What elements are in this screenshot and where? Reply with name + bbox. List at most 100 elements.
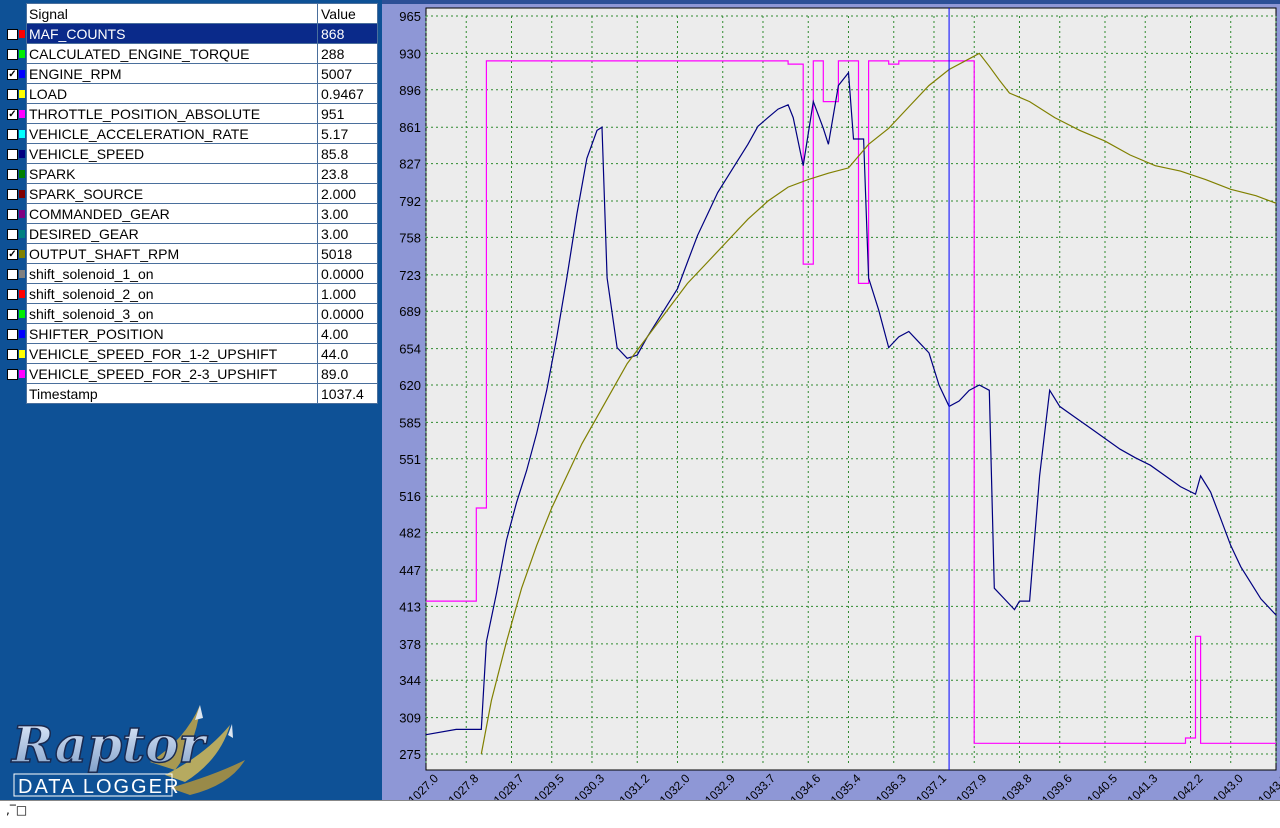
signal-value: 44.0 [317,343,378,364]
signal-row-controls [2,343,27,364]
y-tick-label: 309 [399,711,421,726]
y-tick-label: 482 [399,526,421,541]
signal-checkbox[interactable] [7,288,18,300]
header-spacer [2,3,27,24]
signal-color-swatch [19,349,25,358]
signal-row[interactable]: VEHICLE_ACCELERATION_RATE 5.17 [2,123,378,144]
y-tick-label: 827 [399,157,421,172]
signal-checkbox[interactable] [7,228,18,240]
signal-row[interactable]: DESIRED_GEAR 3.00 [2,223,378,244]
signal-color-swatch [19,309,25,318]
signal-checkbox[interactable] [7,208,18,220]
signal-checkbox[interactable] [7,148,18,160]
signal-row-controls [2,143,27,164]
signal-name: LOAD [26,83,318,104]
y-tick-label: 758 [399,230,421,245]
y-tick-label: 585 [399,415,421,430]
signal-row[interactable]: shift_solenoid_3_on 0.0000 [2,303,378,324]
signal-row[interactable]: LOAD 0.9467 [2,83,378,104]
signal-checkbox[interactable] [7,348,18,360]
signal-color-swatch [19,69,25,78]
y-tick-label: 516 [399,489,421,504]
y-tick-label: 551 [399,452,421,467]
signal-table-header: Signal Value [2,3,378,24]
signal-value: 1.000 [317,283,378,304]
y-tick-label: 723 [399,268,421,283]
y-tick-label: 344 [399,673,421,688]
signal-checkbox[interactable] [7,128,18,140]
signal-color-swatch [19,49,25,58]
signal-name: VEHICLE_ACCELERATION_RATE [26,123,318,144]
signal-value: 3.00 [317,203,378,224]
signal-column-header[interactable]: Signal [26,3,318,24]
signal-row[interactable]: SHIFTER_POSITION 4.00 [2,323,378,344]
signal-value: 0.9467 [317,83,378,104]
logo-brand-text: Raptor [10,715,209,774]
signal-checkbox[interactable] [7,168,18,180]
signal-row-controls [2,363,27,384]
signal-row-controls [2,323,27,344]
signal-color-swatch [19,169,25,178]
signal-checkbox[interactable] [7,368,18,380]
signal-value: 5018 [317,243,378,264]
signal-row[interactable]: SPARK 23.8 [2,163,378,184]
signal-color-swatch [19,209,25,218]
signal-row[interactable]: VEHICLE_SPEED 85.8 [2,143,378,164]
signal-row[interactable]: SPARK_SOURCE 2.000 [2,183,378,204]
chart[interactable]: 965 930 896 861 827 792 758 723 689 654 620 585 551 5… [382,0,1280,800]
signal-row[interactable]: ✓ OUTPUT_SHAFT_RPM 5018 [2,243,378,264]
signal-row[interactable]: CALCULATED_ENGINE_TORQUE 288 [2,43,378,64]
signal-color-swatch [19,149,25,158]
y-tick-label: 896 [399,83,421,98]
y-tick-label: 861 [399,120,421,135]
timestamp-value: 1037.4 [317,383,378,404]
signal-name: shift_solenoid_1_on [26,263,318,284]
signal-value: 5.17 [317,123,378,144]
signal-row[interactable]: shift_solenoid_1_on 0.0000 [2,263,378,284]
signal-checkbox[interactable]: ✓ [7,248,18,260]
signal-name: VEHICLE_SPEED [26,143,318,164]
signal-checkbox[interactable] [7,328,18,340]
signal-checkbox[interactable] [7,308,18,320]
signal-row-controls [2,183,27,204]
value-column-header[interactable]: Value [317,3,378,24]
signal-name: shift_solenoid_3_on [26,303,318,324]
signal-color-swatch [19,249,25,258]
signal-row-controls: ✓ [2,103,27,124]
signal-row[interactable]: VEHICLE_SPEED_FOR_2-3_UPSHIFT 89.0 [2,363,378,384]
signal-name: SHIFTER_POSITION [26,323,318,344]
status-bar: ,‾□ [0,800,1280,828]
signal-row-controls: ✓ [2,63,27,84]
signal-checkbox[interactable]: ✓ [7,108,18,120]
signal-row[interactable]: ✓ THROTTLE_POSITION_ABSOLUTE 951 [2,103,378,124]
signal-checkbox[interactable] [7,28,18,40]
signal-row-controls [2,83,27,104]
timestamp-label: Timestamp [26,383,318,404]
raptor-data-logger-logo: Raptor DATA LOGGER [9,705,245,798]
signal-color-swatch [19,229,25,238]
signal-color-swatch [19,89,25,98]
signal-name: VEHICLE_SPEED_FOR_2-3_UPSHIFT [26,363,318,384]
signal-name: THROTTLE_POSITION_ABSOLUTE [26,103,318,124]
signal-checkbox[interactable] [7,48,18,60]
signal-value: 85.8 [317,143,378,164]
signal-value: 0.0000 [317,263,378,284]
signal-row[interactable]: COMMANDED_GEAR 3.00 [2,203,378,224]
signal-panel: Signal Value MAF_COUNTS 868 CALCULATED_ENG… [0,0,382,800]
signal-checkbox[interactable]: ✓ [7,68,18,80]
signal-row[interactable]: VEHICLE_SPEED_FOR_1-2_UPSHIFT 44.0 [2,343,378,364]
signal-checkbox[interactable] [7,188,18,200]
signal-row-controls [2,123,27,144]
signal-name: VEHICLE_SPEED_FOR_1-2_UPSHIFT [26,343,318,364]
signal-row[interactable]: shift_solenoid_2_on 1.000 [2,283,378,304]
signal-name: ENGINE_RPM [26,63,318,84]
signal-row[interactable]: MAF_COUNTS 868 [2,23,378,44]
signal-row-controls: ✓ [2,243,27,264]
signal-value: 0.0000 [317,303,378,324]
signal-checkbox[interactable] [7,88,18,100]
signal-name: CALCULATED_ENGINE_TORQUE [26,43,318,64]
signal-checkbox[interactable] [7,268,18,280]
signal-color-swatch [19,329,25,338]
signal-color-swatch [19,189,25,198]
signal-row[interactable]: ✓ ENGINE_RPM 5007 [2,63,378,84]
